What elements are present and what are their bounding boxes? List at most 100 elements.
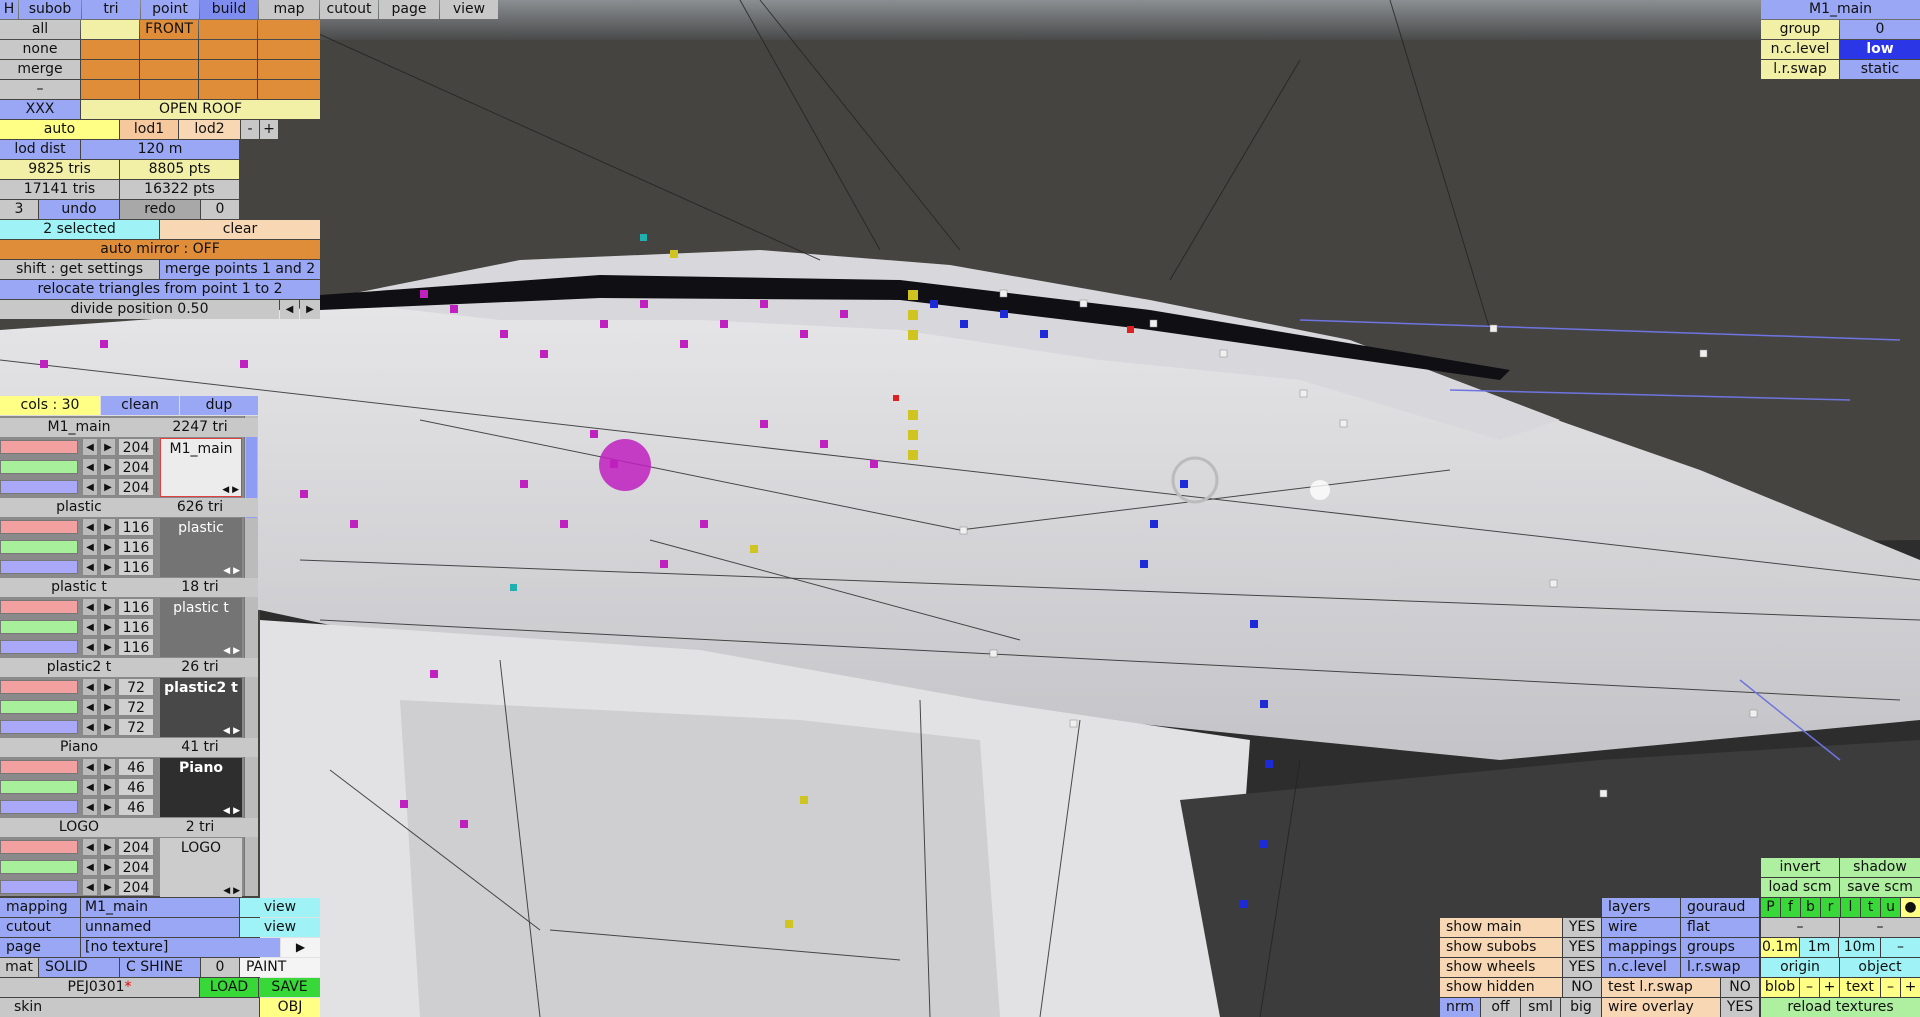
decrement-arrow[interactable]: ◀ [82, 458, 98, 476]
view-direction-button[interactable]: r [1821, 898, 1840, 917]
grid-cell[interactable] [199, 80, 257, 99]
channel-value[interactable]: 46 [118, 758, 154, 776]
select-none-button[interactable]: none [0, 40, 80, 59]
channel-value[interactable]: 72 [118, 718, 154, 736]
increment-arrow[interactable]: ▶ [100, 598, 116, 616]
merge-button[interactable]: merge [0, 60, 80, 79]
green-slider[interactable] [0, 458, 80, 476]
blob-plus-button[interactable]: + [1820, 978, 1839, 997]
channel-value[interactable]: 116 [118, 618, 154, 636]
clean-button[interactable]: clean [101, 396, 179, 415]
show-hidden-toggle[interactable]: show hidden [1440, 978, 1562, 997]
increment-arrow[interactable]: ▶ [100, 718, 116, 736]
cutout-view-button[interactable]: view [240, 918, 320, 937]
channel-value[interactable]: 204 [118, 878, 154, 896]
blue-slider[interactable] [0, 878, 80, 896]
load-scm-button[interactable]: load scm [1761, 878, 1839, 897]
grid-cell[interactable] [140, 80, 198, 99]
divide-position-value[interactable]: divide position 0.50 [0, 300, 279, 319]
decrement-arrow[interactable]: ◀ [82, 538, 98, 556]
swatch-arrows[interactable]: ◀ ▶ [222, 485, 239, 495]
lrswap-value[interactable]: static [1840, 60, 1920, 79]
blue-slider[interactable] [0, 798, 80, 816]
obj-button[interactable]: OBJ [260, 998, 320, 1017]
increment-arrow[interactable]: ▶ [100, 618, 116, 636]
green-slider[interactable] [0, 858, 80, 876]
swatch-arrows[interactable]: ◀ ▶ [223, 566, 240, 576]
open-roof-button[interactable]: OPEN ROOF [81, 100, 320, 119]
nclevel-view-button[interactable]: n.c.level [1602, 958, 1680, 977]
green-slider[interactable] [0, 698, 80, 716]
file-name[interactable]: PEJ0301* [0, 978, 199, 997]
nclevel-value[interactable]: low [1840, 40, 1920, 59]
channel-value[interactable]: 116 [118, 558, 154, 576]
view-direction-button[interactable]: l [1841, 898, 1860, 917]
grid-cell[interactable] [258, 80, 320, 99]
cols-count[interactable]: cols : 30 [0, 396, 100, 415]
dash-left[interactable]: – [1761, 918, 1839, 937]
grid-1m-button[interactable]: 1m [1800, 938, 1838, 957]
channel-value[interactable]: 204 [118, 458, 154, 476]
channel-value[interactable]: 46 [118, 798, 154, 816]
blob-button[interactable]: blob [1761, 978, 1799, 997]
mappings-button[interactable]: mappings [1602, 938, 1680, 957]
clear-selection-button[interactable]: clear [160, 220, 320, 239]
lod-plus-button[interactable]: + [260, 120, 278, 139]
decrement-arrow[interactable]: ◀ [82, 778, 98, 796]
decrement-arrow[interactable]: ◀ [82, 618, 98, 636]
channel-value[interactable]: 204 [118, 838, 154, 856]
view-direction-button[interactable]: P [1761, 898, 1780, 917]
decrement-arrow[interactable]: ◀ [82, 758, 98, 776]
tab-map[interactable]: map [259, 0, 319, 19]
view-direction-button[interactable]: ● [1901, 898, 1920, 917]
swatch-arrows[interactable]: ◀ ▶ [223, 726, 240, 736]
increment-arrow[interactable]: ▶ [100, 858, 116, 876]
wire-overlay-toggle[interactable]: wire overlay [1602, 998, 1720, 1017]
skin-label[interactable]: skin [0, 998, 259, 1017]
tab-point[interactable]: point [141, 0, 199, 19]
blue-slider[interactable] [0, 558, 80, 576]
decrement-arrow[interactable]: ◀ [82, 438, 98, 456]
increment-arrow[interactable]: ▶ [100, 758, 116, 776]
shadow-button[interactable]: shadow [1840, 858, 1920, 877]
lod-minus-button[interactable]: - [241, 120, 259, 139]
channel-value[interactable]: 204 [118, 478, 154, 496]
grid-cell[interactable] [81, 60, 139, 79]
increment-arrow[interactable]: ▶ [100, 778, 116, 796]
tab-cutout[interactable]: cutout [320, 0, 378, 19]
cutout-value[interactable]: unnamed [81, 918, 239, 937]
swatch-arrows[interactable]: ◀ ▶ [223, 886, 240, 896]
lod-dist-value[interactable]: 120 m [81, 140, 239, 159]
grid-cell[interactable] [199, 40, 257, 59]
auto-mirror-toggle[interactable]: auto mirror : OFF [0, 240, 320, 259]
solid-button[interactable]: SOLID [39, 958, 119, 977]
increment-arrow[interactable]: ▶ [100, 678, 116, 696]
red-slider[interactable] [0, 838, 80, 856]
grid-cell[interactable] [258, 60, 320, 79]
red-slider[interactable] [0, 438, 80, 456]
grid-0-1m-button[interactable]: 0.1m [1761, 938, 1799, 957]
decrement-arrow[interactable]: ◀ [82, 638, 98, 656]
test-lrswap-toggle[interactable]: test l.r.swap [1602, 978, 1720, 997]
red-slider[interactable] [0, 678, 80, 696]
load-button[interactable]: LOAD [200, 978, 258, 997]
blue-slider[interactable] [0, 638, 80, 656]
increment-arrow[interactable]: ▶ [100, 458, 116, 476]
layers-button[interactable]: layers [1602, 898, 1680, 917]
dash-right[interactable]: – [1840, 918, 1920, 937]
show-wheels-toggle[interactable]: show wheels [1440, 958, 1562, 977]
green-slider[interactable] [0, 618, 80, 636]
show-subobs-value[interactable]: YES [1563, 938, 1601, 957]
shift-get-settings[interactable]: shift : get settings [0, 260, 159, 279]
paint-button[interactable]: PAINT [240, 958, 320, 977]
material-swatch[interactable]: plastic t ◀ ▶ [160, 598, 242, 657]
channel-value[interactable]: 116 [118, 518, 154, 536]
channel-value[interactable]: 116 [118, 638, 154, 656]
material-swatch[interactable]: Piano ◀ ▶ [160, 758, 242, 817]
show-subobs-toggle[interactable]: show subobs [1440, 938, 1562, 957]
channel-value[interactable]: 204 [118, 858, 154, 876]
decrement-arrow[interactable]: ◀ [82, 678, 98, 696]
merge-points-button[interactable]: merge points 1 and 2 [160, 260, 320, 279]
group-value[interactable]: 0 [1840, 20, 1920, 39]
tab-h[interactable]: H [0, 0, 18, 19]
